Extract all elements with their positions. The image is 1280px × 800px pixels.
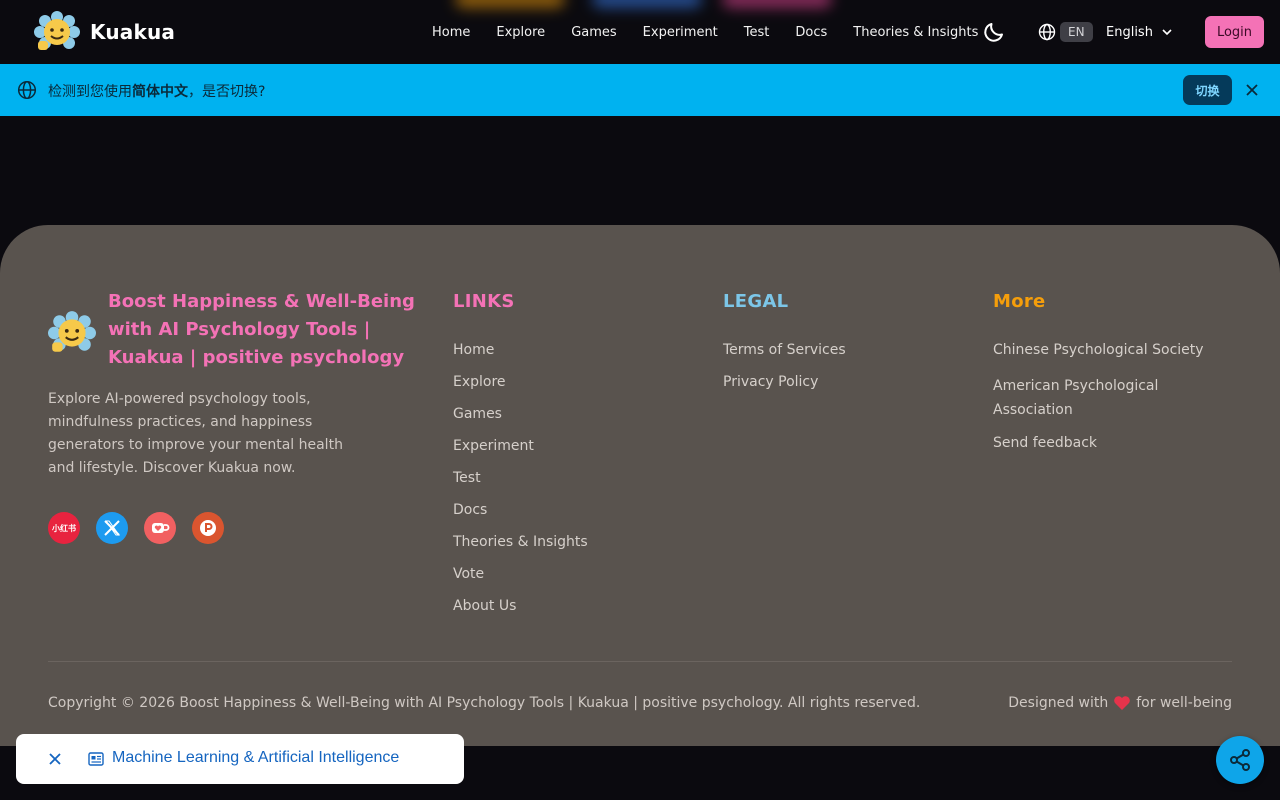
footer-site-title: Boost Happiness & Well-Being with AI Psy… [108,291,415,368]
reading-toast: Machine Learning & Artificial Intelligen… [16,734,464,784]
banner-text-prefix: 检测到您使用 [48,84,132,100]
banner-text-language: 简体中文 [132,84,188,100]
login-button[interactable]: Login [1205,16,1264,48]
close-icon[interactable] [1243,81,1261,99]
footer-description: Explore AI-powered psychology tools, min… [48,391,343,476]
nav-docs[interactable]: Docs [795,25,827,40]
footer-link-theories[interactable]: Theories & Insights [453,534,588,566]
footer-link-explore[interactable]: Explore [453,374,588,406]
xiaohongshu-icon[interactable]: 小红书 [48,512,80,544]
x-twitter-icon[interactable] [96,512,128,544]
footer-link-experiment[interactable]: Experiment [453,438,588,470]
designed-suffix: for well-being [1136,695,1232,711]
footer-link-about[interactable]: About Us [453,598,588,630]
footer-link-test[interactable]: Test [453,470,588,502]
heart-icon [1114,696,1131,710]
nav-home[interactable]: Home [432,25,470,40]
nav-experiment[interactable]: Experiment [643,25,718,40]
nav-theories-insights[interactable]: Theories & Insights [853,25,978,40]
footer-link-cps[interactable]: Chinese Psychological Society [993,342,1204,374]
language-select[interactable]: English [1106,22,1173,42]
kuakua-logo-icon [34,11,80,50]
top-navbar: Kuakua Home Explore Games Experiment Tes… [0,0,1280,64]
nav-games[interactable]: Games [571,25,616,40]
designed-with-text: Designed with for well-being [1008,695,1232,711]
close-icon[interactable] [47,751,63,767]
footer-link-terms[interactable]: Terms of Services [723,342,846,374]
share-button[interactable] [1216,736,1264,784]
site-footer: Boost Happiness & Well-Being with AI Psy… [0,225,1280,746]
footer-more-column: More Chinese Psychological Society Ameri… [993,291,1204,467]
brand-link[interactable]: Kuakua [34,11,175,53]
copyright-text: Copyright © 2026 Boost Happiness & Well-… [48,695,921,711]
nav-test[interactable]: Test [744,25,770,40]
footer-link-games[interactable]: Games [453,406,588,438]
footer-link-apa[interactable]: American Psychological Association [993,374,1193,435]
article-icon [88,752,104,766]
footer-link-docs[interactable]: Docs [453,502,588,534]
toast-link[interactable]: Machine Learning & Artificial Intelligen… [112,749,399,767]
footer-link-privacy[interactable]: Privacy Policy [723,374,846,406]
footer-link-feedback[interactable]: Send feedback [993,435,1204,467]
banner-text-suffix: ，是否切换? [188,84,266,100]
chevron-down-icon [1162,29,1172,36]
kuakua-logo-icon [48,311,96,352]
footer-divider [48,661,1232,662]
links-heading: LINKS [453,291,515,312]
kofi-icon[interactable] [144,512,176,544]
dark-mode-toggle-icon[interactable] [982,20,1006,44]
language-code-badge: EN [1060,22,1093,42]
share-icon [1230,749,1250,771]
language-select-value: English [1106,24,1153,40]
social-links: 小红书 [48,512,224,544]
globe-icon [1038,23,1056,41]
footer-link-vote[interactable]: Vote [453,566,588,598]
main-nav: Home Explore Games Experiment Test Docs … [432,0,978,64]
designed-prefix: Designed with [1008,695,1109,711]
language-suggestion-banner: 检测到您使用简体中文，是否切换? 切换 [0,64,1280,116]
globe-icon [17,80,37,100]
legal-heading: LEGAL [723,291,789,312]
footer-link-home[interactable]: Home [453,342,588,374]
footer-links-column: LINKS Home Explore Games Experiment Test… [453,291,588,630]
product-hunt-icon[interactable] [192,512,224,544]
footer-legal-column: LEGAL Terms of Services Privacy Policy [723,291,846,406]
brand-name: Kuakua [90,20,176,44]
banner-message: 检测到您使用简体中文，是否切换? [48,81,265,101]
nav-explore[interactable]: Explore [496,25,545,40]
switch-language-button[interactable]: 切换 [1183,75,1232,105]
more-heading: More [993,291,1046,312]
xiaohongshu-label: 小红书 [52,523,76,533]
